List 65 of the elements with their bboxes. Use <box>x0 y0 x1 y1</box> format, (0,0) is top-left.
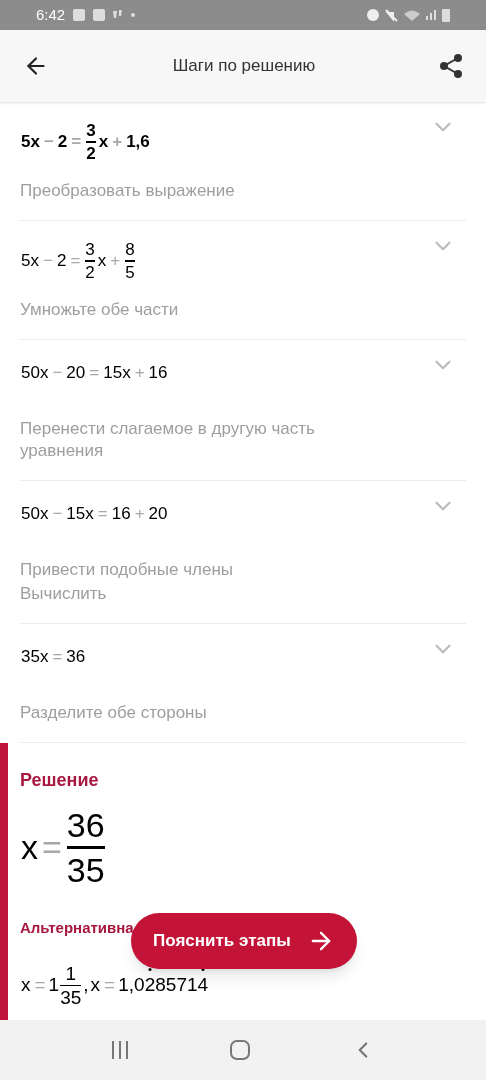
math-operator: + <box>133 362 146 384</box>
step-description: Вычислить <box>20 583 108 605</box>
status-time: 6:42 <box>36 4 66 25</box>
math-term: x <box>97 131 110 154</box>
solution-step[interactable]: 50x − 20 = 15x + 16 Перенести слагаемое в другую часть уравнения <box>20 340 466 481</box>
math-term: 20 <box>65 362 87 384</box>
math-term: x <box>20 972 32 997</box>
alarm-icon <box>367 9 379 21</box>
math-term: x <box>96 250 108 273</box>
math-operator: = <box>96 503 109 525</box>
signal-icon <box>426 10 436 20</box>
math-term: 5x <box>20 131 41 154</box>
math-term: 2 <box>55 250 68 273</box>
math-operator: − <box>51 362 64 384</box>
math-term: 15x <box>102 362 132 384</box>
math-operator: = <box>69 250 82 273</box>
share-icon[interactable] <box>438 53 464 79</box>
math-term: x <box>20 827 39 868</box>
fraction: 36 35 <box>65 808 106 887</box>
footprint-icon <box>113 10 124 20</box>
step-description: Умножьте обе части <box>20 299 180 321</box>
math-term: 36 <box>65 646 87 668</box>
math-operator: = <box>41 827 63 868</box>
image-notification-icon <box>93 9 106 21</box>
math-term: , <box>82 972 90 997</box>
solution-step[interactable]: 50x − 15x = 16 + 20 Привести подобные члены Вычислить <box>20 481 466 624</box>
step-description: Привести подобные члены <box>20 559 234 581</box>
alternative-label: Альтернативна <box>20 918 134 938</box>
recent-apps-icon[interactable] <box>109 1040 130 1060</box>
math-term: x <box>89 972 102 997</box>
fraction: 3 2 <box>85 122 97 162</box>
math-term: 16 <box>110 503 132 525</box>
math-operator: = <box>51 646 64 668</box>
math-operator: = <box>70 131 83 154</box>
math-operator: + <box>111 131 124 154</box>
header-title: Шаги по решению <box>172 55 316 78</box>
app-notification-icon <box>73 9 86 21</box>
step-description: Перенести слагаемое в другую часть уравнения <box>20 418 316 462</box>
math-operator: = <box>33 972 47 997</box>
math-operator: + <box>133 503 146 525</box>
math-term: 50x <box>20 362 50 384</box>
math-operator: − <box>42 131 55 154</box>
step-description: Разделите обе стороны <box>20 702 208 724</box>
math-term: 1,6 <box>125 131 151 154</box>
dot-icon <box>131 13 136 17</box>
math-term: 16 <box>147 362 169 384</box>
math-term: 5x <box>20 250 40 273</box>
math-term: 15x <box>65 503 95 525</box>
step-description: Преобразовать выражение <box>20 180 236 202</box>
math-term: 20 <box>147 503 169 525</box>
math-term: 50x <box>20 503 50 525</box>
wifi-icon <box>404 9 420 21</box>
math-operator: − <box>41 250 54 273</box>
math-operator: + <box>109 250 122 273</box>
math-operator: − <box>51 503 64 525</box>
math-operator: = <box>88 362 101 384</box>
home-icon[interactable] <box>229 1039 251 1061</box>
math-term: 35x <box>20 646 50 668</box>
solution-step[interactable]: 35x = 36 Разделите обе стороны <box>20 624 466 743</box>
fraction: 3 2 <box>84 241 96 281</box>
solution-title: Решение <box>20 769 100 792</box>
battery-icon <box>442 8 450 22</box>
math-operator: = <box>103 972 117 997</box>
math-term: 2 <box>56 131 69 154</box>
fraction: 8 5 <box>124 241 136 281</box>
